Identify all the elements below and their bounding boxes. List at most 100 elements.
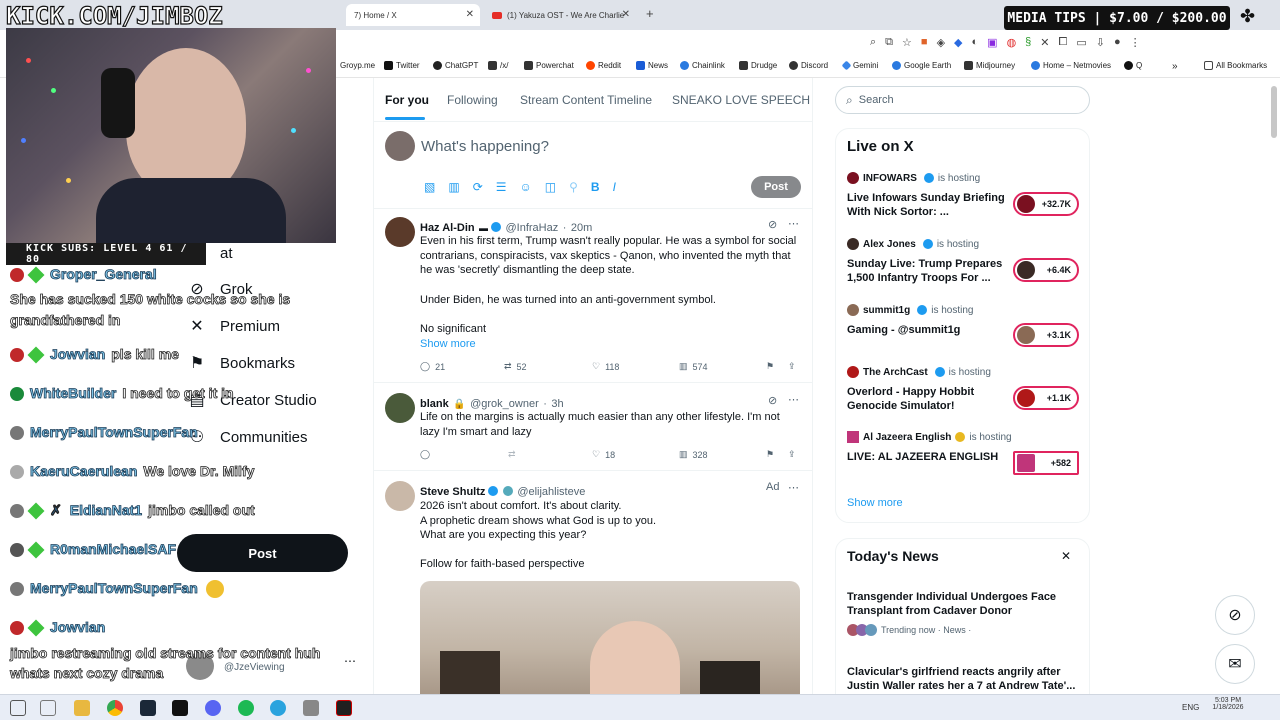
extension-icon[interactable]: §: [1025, 36, 1031, 49]
shield-icon[interactable]: ◈: [937, 36, 945, 49]
live-host[interactable]: Al Jazeera English is hosting: [847, 431, 1012, 443]
account-menu-icon[interactable]: ⋯: [344, 654, 356, 668]
like-button[interactable]: ♡ 118: [592, 361, 619, 372]
more-icon[interactable]: ⋯: [788, 481, 799, 494]
live-listener-count[interactable]: +3.1K: [1013, 323, 1079, 347]
file-explorer-icon[interactable]: [74, 700, 90, 716]
scrollbar-thumb[interactable]: [1271, 86, 1277, 138]
bookmarks-overflow-icon[interactable]: »: [1172, 61, 1178, 72]
tweet-author-name[interactable]: Steve Shultz: [420, 486, 485, 498]
download-icon[interactable]: ⇩: [1096, 36, 1105, 49]
views-button[interactable]: ▥ 328: [679, 449, 708, 460]
tweet[interactable]: Haz Al-Din ▬ @InfraHaz · 20m ⊘ ⋯ Even in…: [374, 208, 812, 382]
tweet-time[interactable]: 3h: [551, 398, 563, 410]
live-title[interactable]: Live Infowars Sunday Briefing With Nick …: [847, 191, 1007, 219]
location-icon[interactable]: ⚲: [569, 180, 578, 194]
more-icon[interactable]: ⋯: [788, 217, 799, 230]
views-button[interactable]: ▥ 574: [679, 361, 708, 372]
steam-icon[interactable]: [140, 700, 156, 716]
language-indicator[interactable]: ENG: [1182, 703, 1199, 712]
reply-button[interactable]: ◯ 21: [420, 361, 445, 372]
extension-icon[interactable]: ■: [921, 36, 928, 49]
zoom-icon[interactable]: ⌕: [870, 36, 876, 49]
live-title[interactable]: Gaming - @summit1g: [847, 323, 1007, 337]
live-host[interactable]: Alex Jones is hosting: [847, 238, 979, 250]
extension-icon[interactable]: ◐: [972, 36, 979, 49]
start-icon[interactable]: [10, 700, 26, 716]
nav-item-communities[interactable]: ⚇ Communities: [188, 428, 308, 447]
bookmark-chainlink[interactable]: Chainlink: [680, 61, 725, 70]
bookmark-button[interactable]: ⚑: [766, 361, 774, 372]
grok-icon[interactable]: ⊘: [768, 218, 777, 231]
bookmark-gemini[interactable]: Gemini: [841, 60, 878, 71]
clock[interactable]: 5:03 PM 1/18/2026: [1208, 697, 1248, 711]
app-icon[interactable]: [172, 700, 188, 716]
tweet-avatar[interactable]: [385, 481, 415, 511]
bookmark-google-earth[interactable]: Google Earth: [892, 61, 951, 70]
tweet-author-name[interactable]: Haz Al-Din: [420, 222, 475, 234]
like-button[interactable]: ♡ 18: [592, 449, 615, 460]
bookmark-chatgpt[interactable]: ChatGPT: [433, 61, 478, 70]
search-input[interactable]: ⌕ Search: [835, 86, 1090, 114]
bookmark-discord[interactable]: Discord: [789, 61, 828, 70]
poll-icon[interactable]: ☰: [496, 180, 507, 194]
italic-icon[interactable]: I: [613, 180, 616, 194]
bookmark-button[interactable]: ⚑: [766, 449, 774, 460]
gif-icon[interactable]: ▥: [448, 180, 459, 194]
obs-icon[interactable]: [336, 700, 352, 716]
extension-icon[interactable]: ◆: [954, 36, 962, 49]
grok-icon[interactable]: ⟳: [473, 180, 483, 194]
grok-float-icon[interactable]: ⊘: [1215, 595, 1255, 635]
bookmark-x-board[interactable]: /x/: [488, 61, 508, 70]
tweet-handle[interactable]: @elijahlisteve: [517, 486, 585, 498]
close-icon[interactable]: ✕: [1061, 549, 1071, 563]
puzzle-icon[interactable]: ⧠: [1059, 36, 1068, 49]
task-view-icon[interactable]: [40, 700, 56, 716]
tab-for-you[interactable]: For you: [385, 93, 429, 107]
emoji-icon[interactable]: ☺: [520, 180, 532, 194]
news-item-title[interactable]: Transgender Individual Undergoes Face Tr…: [847, 590, 1082, 618]
schedule-icon[interactable]: ◫: [545, 180, 556, 194]
reply-button[interactable]: ◯: [420, 449, 430, 460]
bookmark-groyp[interactable]: Groyp.me: [340, 61, 375, 70]
bookmark-twitter[interactable]: Twitter: [384, 61, 420, 70]
live-title[interactable]: Sunday Live: Trump Prepares 1,500 Infant…: [847, 257, 1007, 285]
star-icon[interactable]: ☆: [902, 36, 912, 49]
tab-stream-content-timeline[interactable]: Stream Content Timeline: [520, 93, 652, 107]
x-icon[interactable]: ✕: [1040, 36, 1049, 49]
extension-icon[interactable]: ▣: [987, 36, 997, 49]
chrome-icon[interactable]: [107, 700, 123, 716]
bookmark-news[interactable]: News: [636, 61, 668, 70]
tweet-avatar[interactable]: [385, 217, 415, 247]
tweet[interactable]: blank 🔒 @grok_owner · 3h ⊘ ⋯ Life on the…: [374, 382, 812, 470]
telegram-icon[interactable]: [270, 700, 286, 716]
tweet-time[interactable]: 20m: [571, 222, 592, 234]
live-listener-count[interactable]: +1.1K: [1013, 386, 1079, 410]
grok-icon[interactable]: ⊘: [768, 394, 777, 407]
share-button[interactable]: ⇪: [788, 361, 796, 372]
live-host[interactable]: The ArchCast is hosting: [847, 366, 991, 378]
live-listener-count[interactable]: +32.7K: [1013, 192, 1079, 216]
media-icon[interactable]: ▭: [1076, 36, 1086, 49]
all-bookmarks[interactable]: All Bookmarks: [1204, 61, 1267, 70]
bookmark-midjourney[interactable]: Midjourney: [964, 61, 1015, 70]
spotify-icon[interactable]: [238, 700, 254, 716]
post-button[interactable]: Post: [177, 534, 348, 572]
tab-sneako-love-speech[interactable]: SNEAKO LOVE SPEECH: [672, 93, 810, 107]
menu-icon[interactable]: ⋮: [1130, 36, 1141, 49]
live-listener-count[interactable]: +6.4K: [1013, 258, 1079, 282]
show-more-link[interactable]: Show more: [420, 337, 800, 352]
profile-icon[interactable]: ●: [1114, 36, 1121, 49]
live-host[interactable]: summit1g is hosting: [847, 304, 973, 316]
tweet-handle[interactable]: @InfraHaz: [506, 222, 559, 234]
composer-input[interactable]: What's happening?: [421, 138, 549, 155]
live-host[interactable]: INFOWARS is hosting: [847, 172, 980, 184]
live-title[interactable]: LIVE: AL JAZEERA ENGLISH: [847, 450, 1007, 464]
nav-item-bookmarks[interactable]: ⚑ Bookmarks: [188, 354, 295, 373]
composer-post-button[interactable]: Post: [751, 176, 801, 198]
bookmark-powerchat[interactable]: Powerchat: [524, 61, 574, 70]
tab-yakuza[interactable]: (1) Yakuza OST - We Are Charlie ✕: [484, 4, 636, 26]
tab-home-x[interactable]: 7) Home / X ✕: [346, 4, 480, 26]
tab-following[interactable]: Following: [447, 93, 498, 107]
bookmark-drudge[interactable]: Drudge: [739, 61, 777, 70]
